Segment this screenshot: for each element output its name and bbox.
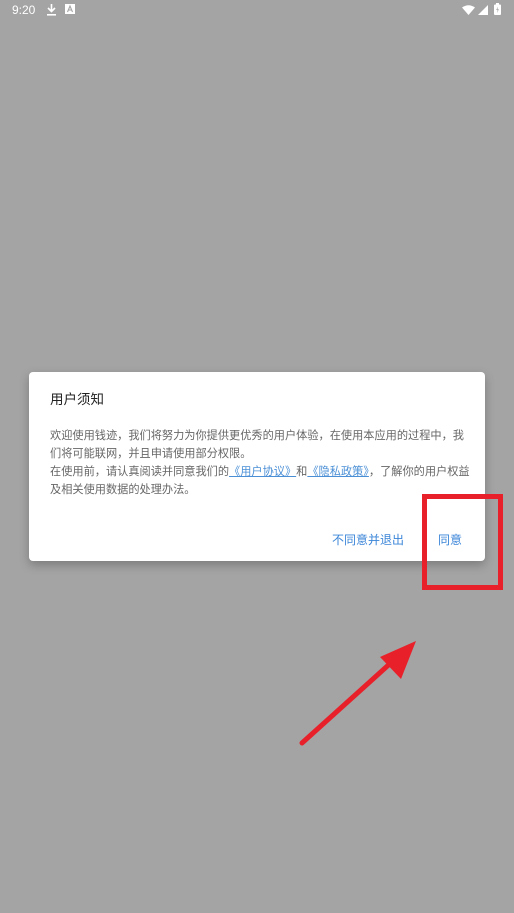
- arrow-annotation-icon: [299, 641, 416, 746]
